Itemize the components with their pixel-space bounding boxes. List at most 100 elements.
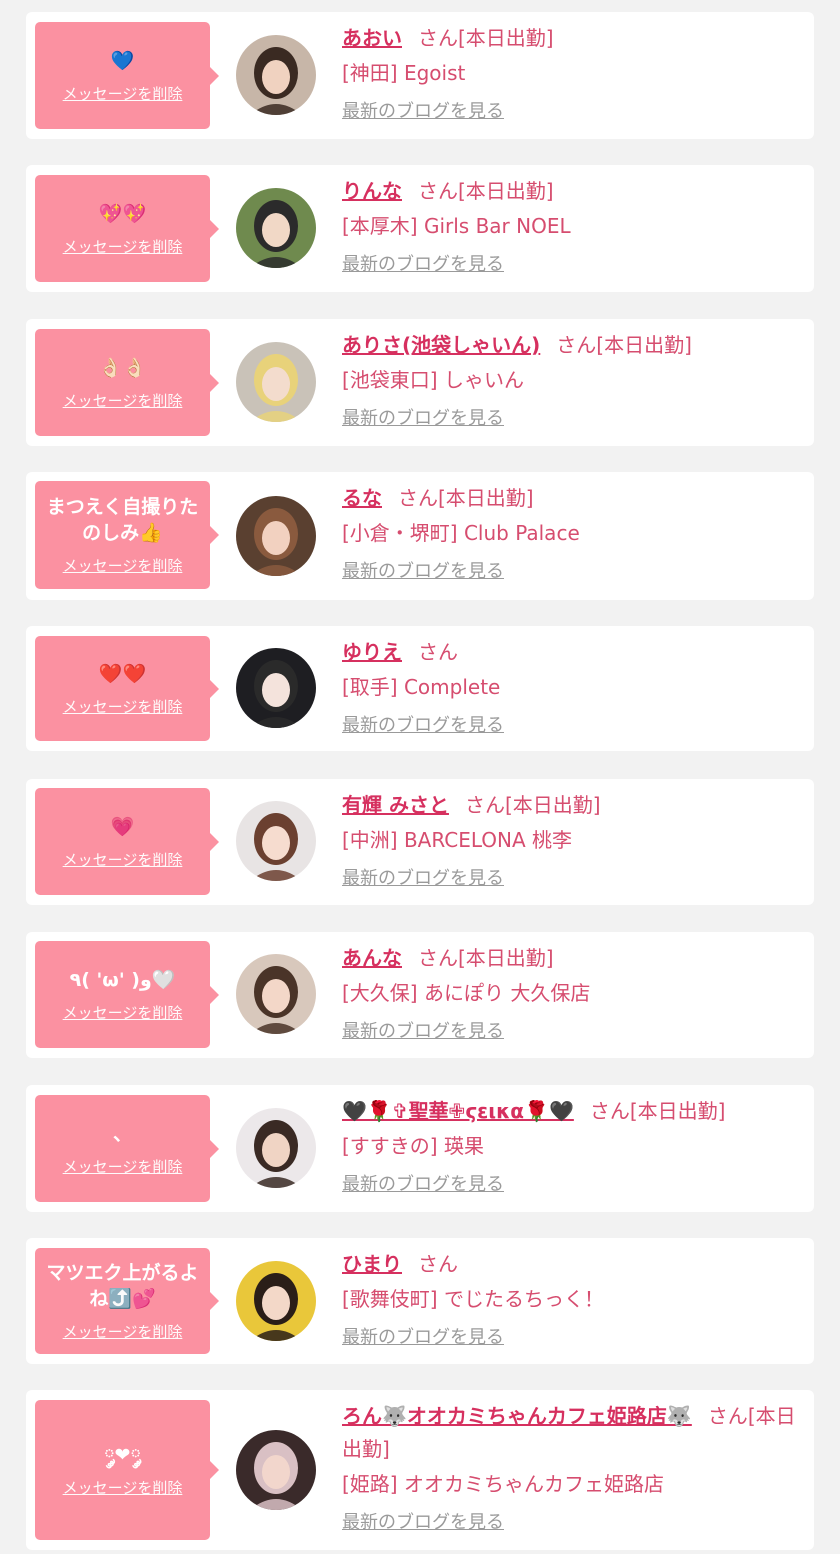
favorite-info: あんな さん[本日出勤] [大久保] あにぽり 大久保店 最新のブログを見る	[342, 942, 802, 1045]
avatar[interactable]	[236, 1261, 316, 1341]
shop-name: [小倉・堺町] Club Palace	[342, 521, 580, 545]
favorite-card: 💙 メッセージを削除 あおい さん[本日出勤] [神田] Egoist 最新のブログを見る	[26, 12, 814, 139]
honorific: さん	[418, 179, 458, 203]
name-line: るな さん[本日出勤]	[342, 482, 802, 515]
message-bubble: マツエク上がるよね⤴️💕 メッセージを削除	[35, 1248, 219, 1354]
message-text: 💖💖	[98, 202, 147, 225]
favorite-card: ❤️❤️ メッセージを削除 ゆりえ さん [取手] Complete 最新のブログを見る	[26, 626, 814, 751]
favorites-list: 💙 メッセージを削除 あおい さん[本日出勤] [神田] Egoist 最新のブログを見る…	[0, 0, 840, 1554]
message-bubble: まつえく自撮りたのしみ👍 メッセージを削除	[35, 481, 219, 589]
favorite-info: あおい さん[本日出勤] [神田] Egoist 最新のブログを見る	[342, 22, 802, 125]
message-text: 💙	[110, 49, 135, 72]
favorite-card: 👌🏻👌🏻 メッセージを削除 ありさ(池袋しゃいん) さん[本日出勤] [池袋東口] しゃ…	[26, 319, 814, 446]
delete-message-link[interactable]: メッセージを削除	[63, 237, 183, 257]
name-line: ひまり さん	[342, 1248, 802, 1281]
cast-name-link[interactable]: ありさ(池袋しゃいん)	[342, 333, 540, 357]
delete-message-link[interactable]: メッセージを削除	[63, 697, 183, 717]
latest-blog-link[interactable]: 最新のブログを見る	[342, 1019, 504, 1045]
delete-message-link[interactable]: メッセージを削除	[63, 1322, 183, 1342]
latest-blog-link[interactable]: 最新のブログを見る	[342, 1172, 504, 1198]
favorite-info: 🖤🌹✞聖華✙ϛεικα🌹🖤 さん[本日出勤] [すすきの] 瑛果 最新のブログを見る	[342, 1095, 802, 1198]
cast-name-link[interactable]: ゆりえ	[342, 640, 402, 664]
delete-message-link[interactable]: メッセージを削除	[63, 850, 183, 870]
favorite-info: ありさ(池袋しゃいん) さん[本日出勤] [池袋東口] しゃいん 最新のブログを見る	[342, 329, 802, 432]
shop-name: [池袋東口] しゃいん	[342, 368, 524, 392]
delete-message-link[interactable]: メッセージを削除	[63, 1003, 183, 1023]
avatar[interactable]	[236, 188, 316, 268]
delete-message-link[interactable]: メッセージを削除	[63, 391, 183, 411]
cast-name-link[interactable]: 有輝 みさと	[342, 793, 449, 817]
cast-name-link[interactable]: ろん🐺オオカミちゃんカフェ姫路店🐺	[342, 1404, 692, 1428]
latest-blog-link[interactable]: 最新のブログを見る	[342, 559, 504, 585]
delete-message-link[interactable]: メッセージを削除	[63, 1157, 183, 1177]
cast-name-link[interactable]: りんな	[342, 179, 402, 203]
name-line: ろん🐺オオカミちゃんカフェ姫路店🐺 さん[本日出勤]	[342, 1400, 802, 1466]
avatar[interactable]	[236, 954, 316, 1034]
latest-blog-link[interactable]: 最新のブログを見る	[342, 866, 504, 892]
cast-name-link[interactable]: あおい	[342, 26, 402, 50]
favorite-info: 有輝 みさと さん[本日出勤] [中洲] BARCELONA 桃李 最新のブログを見る	[342, 789, 802, 892]
honorific: さん	[418, 946, 458, 970]
favorite-card: 💖💖 メッセージを削除 りんな さん[本日出勤] [本厚木] Girls Bar NOE…	[26, 165, 814, 292]
avatar[interactable]	[236, 648, 316, 728]
favorite-info: ひまり さん [歌舞伎町] でじたるちっく！ 最新のブログを見る	[342, 1248, 802, 1351]
cast-name-link[interactable]: 🖤🌹✞聖華✙ϛεικα🌹🖤	[342, 1099, 574, 1123]
work-status: [本日出勤]	[504, 793, 601, 817]
honorific: さん	[589, 1099, 630, 1123]
favorite-card: マツエク上がるよね⤴️💕 メッセージを削除 ひまり さん [歌舞伎町] でじたるちっく！…	[26, 1238, 814, 1364]
work-status: [本日出勤]	[438, 486, 534, 510]
message-bubble: 💗 メッセージを削除	[35, 788, 219, 895]
avatar[interactable]	[236, 342, 316, 422]
avatar[interactable]	[236, 1430, 316, 1510]
name-line: ありさ(池袋しゃいん) さん[本日出勤]	[342, 329, 802, 362]
shop-name: [すすきの] 瑛果	[342, 1134, 484, 1158]
avatar[interactable]	[236, 496, 316, 576]
message-bubble: 👌🏻👌🏻 メッセージを削除	[35, 329, 219, 436]
latest-blog-link[interactable]: 最新のブログを見る	[342, 252, 504, 278]
work-status: [本日出勤]	[458, 26, 554, 50]
shop-name: [中洲] BARCELONA 桃李	[342, 828, 573, 852]
work-status: [本日出勤]	[596, 333, 692, 357]
message-text: ٩( 'ω' )و🤍	[69, 968, 176, 991]
message-text: まつえく自撮りたのしみ👍	[46, 496, 199, 544]
shop-name: [神田] Egoist	[342, 61, 466, 85]
message-bubble: 💙 メッセージを削除	[35, 22, 219, 129]
avatar[interactable]	[236, 1108, 316, 1188]
favorite-card: 💗 メッセージを削除 有輝 みさと さん[本日出勤] [中洲] BARCELONA 桃李…	[26, 779, 814, 905]
favorite-info: るな さん[本日出勤] [小倉・堺町] Club Palace 最新のブログを見る	[342, 482, 802, 585]
latest-blog-link[interactable]: 最新のブログを見る	[342, 99, 504, 125]
avatar[interactable]	[236, 35, 316, 115]
cast-name-link[interactable]: ひまり	[342, 1252, 402, 1276]
favorite-info: りんな さん[本日出勤] [本厚木] Girls Bar NOEL 最新のブログを見る	[342, 175, 802, 278]
name-line: りんな さん[本日出勤]	[342, 175, 802, 208]
message-text: ༘❤︎༘	[104, 1444, 141, 1466]
name-line: ゆりえ さん	[342, 636, 802, 669]
honorific: さん	[418, 26, 458, 50]
avatar[interactable]	[236, 801, 316, 881]
message-text: ❤️❤️	[98, 662, 147, 685]
favorite-card: ٩( 'ω' )و🤍 メッセージを削除 あんな さん[本日出勤] [大久保] あにぽり …	[26, 932, 814, 1058]
cast-name-link[interactable]: あんな	[342, 946, 402, 970]
shop-name: [歌舞伎町] でじたるちっく！	[342, 1287, 604, 1311]
latest-blog-link[interactable]: 最新のブログを見る	[342, 1510, 504, 1536]
favorite-card: まつえく自撮りたのしみ👍 メッセージを削除 るな さん[本日出勤] [小倉・堺町] Cl…	[26, 472, 814, 600]
name-line: 有輝 みさと さん[本日出勤]	[342, 789, 802, 822]
name-line: あんな さん[本日出勤]	[342, 942, 802, 975]
delete-message-link[interactable]: メッセージを削除	[63, 1478, 183, 1498]
favorite-info: ろん🐺オオカミちゃんカフェ姫路店🐺 さん[本日出勤] [姫路] オオカミちゃんカフェ…	[342, 1400, 802, 1536]
honorific: さん	[707, 1404, 748, 1428]
latest-blog-link[interactable]: 最新のブログを見る	[342, 406, 504, 432]
message-text: 👌🏻👌🏻	[98, 356, 147, 379]
shop-name: [本厚木] Girls Bar NOEL	[342, 214, 571, 238]
message-bubble: 💖💖 メッセージを削除	[35, 175, 219, 282]
work-status: [本日出勤]	[458, 946, 554, 970]
cast-name-link[interactable]: るな	[342, 486, 382, 510]
shop-name: [大久保] あにぽり 大久保店	[342, 981, 591, 1005]
latest-blog-link[interactable]: 最新のブログを見る	[342, 1325, 504, 1351]
honorific: さん	[398, 486, 438, 510]
honorific: さん	[556, 333, 597, 357]
latest-blog-link[interactable]: 最新のブログを見る	[342, 713, 504, 739]
delete-message-link[interactable]: メッセージを削除	[63, 556, 183, 576]
name-line: あおい さん[本日出勤]	[342, 22, 802, 55]
delete-message-link[interactable]: メッセージを削除	[63, 84, 183, 104]
